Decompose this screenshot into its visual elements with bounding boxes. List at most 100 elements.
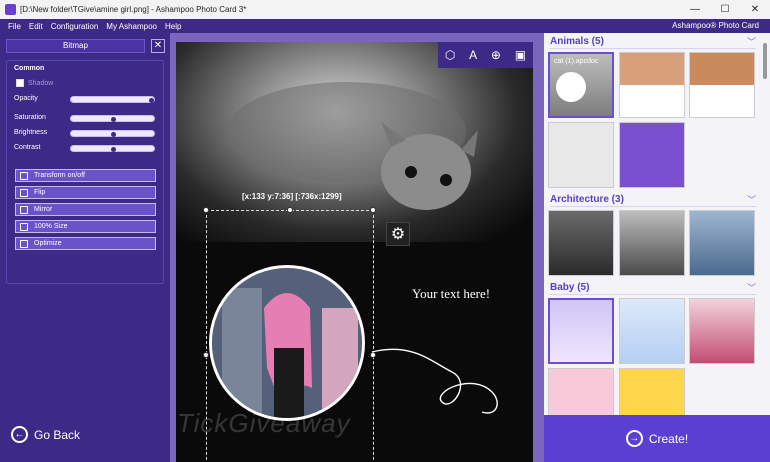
panel-title: Bitmap (6, 39, 145, 53)
mirror-button[interactable]: Mirror (15, 203, 156, 216)
full-size-icon (20, 222, 28, 231)
brand-label: Ashampoo® Photo Card (672, 21, 759, 30)
optimize-icon (20, 239, 28, 248)
transform-button[interactable]: Transform on/off (15, 169, 156, 182)
menu-edit[interactable]: Edit (25, 22, 47, 31)
menu-configuration[interactable]: Configuration (47, 22, 103, 31)
menu-my-ashampoo[interactable]: My Ashampoo (102, 22, 161, 31)
menu-bar: File Edit Configuration My Ashampoo Help… (0, 19, 770, 33)
brightness-slider-row: Brightness (14, 129, 160, 139)
saturation-label: Saturation (14, 114, 46, 121)
maximize-button[interactable]: ☐ (710, 0, 740, 19)
full-size-label: 100% Size (34, 223, 68, 230)
mirror-icon (20, 205, 28, 214)
contrast-label: Contrast (14, 144, 41, 151)
arrow-right-icon: → (625, 430, 643, 447)
coordinate-readout: [x:133 y:7:36] [:736x:1299] (242, 192, 342, 201)
template-thumb-baby-1[interactable] (548, 298, 614, 364)
chevron-down-icon[interactable]: ﹀ (747, 35, 756, 48)
template-list: Animals (5) ﹀ cat (1).apcdoc Architectur… (544, 33, 758, 415)
card-caption[interactable]: Your text here! (412, 286, 490, 302)
opacity-slider[interactable] (70, 96, 155, 103)
opacity-slider-thumb[interactable] (149, 98, 154, 103)
text-size-icon[interactable]: A (469, 48, 477, 62)
title-bar: [D:\New folder\TGive\amine girl.png] - A… (0, 0, 770, 19)
template-thumb-baby-5[interactable] (619, 368, 685, 415)
template-thumb-3[interactable] (689, 52, 755, 118)
arrow-left-icon: ← (11, 426, 28, 443)
template-thumb-filename: cat (1).apcdoc (554, 58, 599, 65)
template-browser: Animals (5) ﹀ cat (1).apcdoc Architectur… (544, 33, 770, 462)
flip-icon (20, 188, 28, 197)
flip-label: Flip (34, 189, 46, 196)
close-button[interactable]: ✕ (740, 0, 770, 19)
optimize-label: Optimize (34, 240, 62, 247)
saturation-slider[interactable] (70, 115, 155, 122)
opacity-slider-row: Opacity (14, 95, 160, 105)
go-back-button[interactable]: ← Go Back (11, 426, 80, 443)
settings-gear-icon[interactable]: ⚙ (386, 222, 410, 246)
category-architecture[interactable]: Architecture (3) ﹀ (550, 193, 756, 207)
shapes-icon[interactable]: ⬡ (445, 48, 455, 62)
go-back-label: Go Back (34, 427, 81, 442)
chevron-down-icon[interactable]: ﹀ (747, 193, 756, 206)
resize-handle-w[interactable] (203, 352, 209, 358)
template-thumb-baby-3[interactable] (689, 298, 755, 364)
thumb-circle (556, 72, 586, 102)
category-architecture-label: Architecture (3) (550, 194, 624, 205)
shadow-option[interactable]: Shadow (16, 79, 53, 87)
brightness-slider-thumb[interactable] (111, 132, 116, 137)
resize-handle-ne[interactable] (370, 207, 376, 213)
template-thumb-arch-2[interactable] (619, 210, 685, 276)
template-thumb-2[interactable] (619, 52, 685, 118)
card-toolbar: ⬡ A ⊕ ▣ (438, 42, 533, 68)
menu-file[interactable]: File (0, 22, 25, 31)
optimize-button[interactable]: Optimize (15, 237, 156, 250)
mirror-label: Mirror (34, 206, 53, 213)
create-button[interactable]: → Create! (544, 415, 770, 462)
template-thumb-baby-4[interactable] (548, 368, 614, 415)
properties-panel: Bitmap ✕ Common Shadow Opacity Saturatio… (0, 33, 170, 462)
shadow-checkbox[interactable] (16, 79, 24, 87)
category-animals-label: Animals (5) (550, 36, 604, 47)
watermark-text: TickGiveaway (177, 408, 351, 438)
contrast-slider[interactable] (70, 145, 155, 152)
menu-help[interactable]: Help (161, 22, 185, 31)
brightness-slider[interactable] (70, 130, 155, 137)
window-controls: — ☐ ✕ (680, 0, 770, 19)
decorative-string (372, 348, 498, 414)
resize-handle-n[interactable] (287, 207, 293, 213)
saturation-slider-thumb[interactable] (111, 117, 116, 122)
opacity-label: Opacity (14, 95, 38, 102)
category-baby[interactable]: Baby (5) ﹀ (550, 281, 756, 295)
saturation-slider-row: Saturation (14, 114, 160, 124)
scrollbar-thumb[interactable] (763, 43, 767, 79)
transform-icon (20, 171, 28, 180)
transform-label: Transform on/off (34, 172, 85, 179)
shadow-label: Shadow (28, 79, 54, 87)
window-title: [D:\New folder\TGive\amine girl.png] - A… (20, 5, 247, 14)
template-thumb-arch-1[interactable] (548, 210, 614, 276)
template-thumb-arch-3[interactable] (689, 210, 755, 276)
resize-handle-nw[interactable] (203, 207, 209, 213)
template-thumb-5[interactable] (619, 122, 685, 188)
template-thumb-4[interactable] (548, 122, 614, 188)
minimize-button[interactable]: — (680, 0, 710, 19)
template-thumb-cat[interactable]: cat (1).apcdoc (548, 52, 614, 118)
chevron-down-icon[interactable]: ﹀ (747, 281, 756, 294)
panel-close-button[interactable]: ✕ (151, 39, 165, 53)
contrast-slider-thumb[interactable] (111, 147, 116, 152)
app-icon (5, 4, 16, 15)
create-label: Create! (648, 431, 689, 446)
full-size-button[interactable]: 100% Size (15, 220, 156, 233)
category-animals[interactable]: Animals (5) ﹀ (550, 35, 756, 49)
photo-card[interactable]: ⬡ A ⊕ ▣ [x:133 y:7:36] [:736x:1299] ⚙ Yo… (176, 42, 533, 462)
section-title: Common (14, 65, 45, 72)
contrast-slider-row: Contrast (14, 144, 160, 154)
image-edit-icon[interactable]: ▣ (515, 48, 526, 62)
template-thumb-baby-2[interactable] (619, 298, 685, 364)
stamp-icon[interactable]: ⊕ (491, 48, 501, 62)
brightness-label: Brightness (14, 129, 48, 136)
flip-button[interactable]: Flip (15, 186, 156, 199)
template-scrollbar[interactable] (762, 35, 768, 415)
